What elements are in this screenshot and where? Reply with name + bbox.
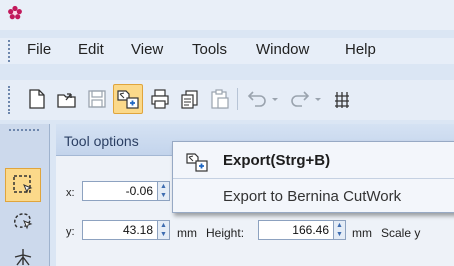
tool-options-title: Tool options	[64, 133, 139, 149]
menu-window[interactable]: Window	[256, 41, 309, 58]
node-edit-icon	[14, 249, 32, 266]
tooltip-title: Export(Strg+B)	[223, 152, 331, 169]
export-tooltip: Export(Strg+B) Export to Bernina CutWork	[172, 141, 454, 213]
copy-icon	[181, 90, 198, 109]
main-toolbar	[0, 80, 454, 120]
new-document-icon	[29, 89, 45, 109]
redo-button[interactable]	[285, 84, 325, 114]
scale-y-label: Scale y	[381, 226, 421, 240]
print-button[interactable]	[145, 84, 175, 114]
y-unit: mm	[177, 226, 197, 240]
left-tool-panel	[0, 124, 50, 266]
export-icon	[117, 90, 139, 109]
menu-help[interactable]: Help	[345, 41, 376, 58]
copy-button[interactable]	[175, 84, 205, 114]
export-icon	[186, 153, 208, 172]
grid-button[interactable]	[330, 84, 354, 114]
x-label: x:	[66, 187, 75, 199]
selection-rectangle-icon	[13, 175, 33, 194]
tooltip-description: Export to Bernina CutWork	[223, 188, 402, 205]
height-label: Height:	[206, 226, 245, 240]
x-spinner[interactable]: ▲ ▼	[158, 181, 170, 201]
y-spinner[interactable]: ▲ ▼	[158, 220, 170, 240]
lasso-select-icon	[13, 213, 33, 230]
menubar-grip[interactable]	[8, 40, 10, 62]
title-bar	[0, 0, 454, 30]
menu-view[interactable]: View	[131, 41, 163, 58]
grid-icon	[335, 92, 349, 108]
toolbar-separator	[237, 88, 238, 110]
node-tool-button[interactable]	[5, 240, 41, 266]
app-logo-icon	[8, 5, 22, 20]
redo-icon	[291, 91, 321, 107]
menu-file[interactable]: File	[27, 41, 51, 58]
y-label: y:	[66, 226, 75, 238]
paste-icon	[211, 89, 229, 109]
open-button[interactable]	[52, 84, 82, 114]
y-input[interactable]	[82, 220, 158, 240]
lasso-tool-button[interactable]	[5, 204, 41, 238]
height-unit: mm	[352, 226, 372, 240]
toolbar-grip[interactable]	[8, 86, 10, 114]
save-button[interactable]	[82, 84, 112, 114]
undo-icon	[247, 91, 278, 107]
open-folder-icon	[57, 93, 76, 108]
tooltip-divider	[173, 178, 454, 179]
undo-button[interactable]	[242, 84, 282, 114]
height-input[interactable]	[258, 220, 334, 240]
new-button[interactable]	[22, 84, 52, 114]
menu-edit[interactable]: Edit	[78, 41, 104, 58]
export-button[interactable]	[113, 84, 143, 114]
menu-tools[interactable]: Tools	[192, 41, 227, 58]
print-icon	[151, 89, 169, 109]
panel-grip[interactable]	[9, 129, 39, 131]
select-tool-button[interactable]	[5, 168, 41, 202]
menu-bar: File Edit View Tools Window Help	[0, 38, 454, 64]
height-spinner[interactable]: ▲ ▼	[334, 220, 346, 240]
x-input[interactable]	[82, 181, 158, 201]
paste-button[interactable]	[205, 84, 235, 114]
save-icon	[88, 90, 106, 108]
